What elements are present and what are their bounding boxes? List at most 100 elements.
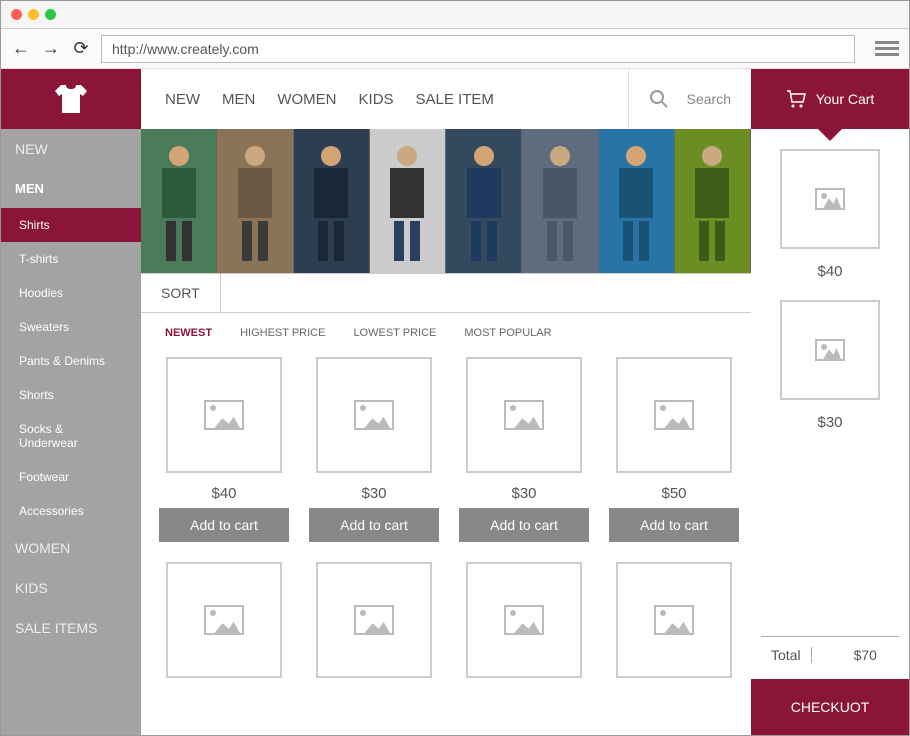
minimize-window-icon[interactable]: [28, 9, 39, 20]
sidebar-sub-pants[interactable]: Pants & Denims: [1, 344, 141, 378]
sidebar-sub-shirts[interactable]: Shirts: [1, 208, 141, 242]
product-image: [316, 562, 432, 678]
banner-slide[interactable]: [217, 129, 293, 273]
image-placeholder-icon: [654, 400, 694, 430]
sidebar-item-sale[interactable]: SALE ITEMS: [1, 608, 141, 648]
image-placeholder-icon: [354, 400, 394, 430]
banner-slide[interactable]: [370, 129, 446, 273]
product-price: $50: [661, 485, 686, 502]
product-card[interactable]: $40 Add to cart: [159, 357, 289, 542]
forward-button[interactable]: →: [41, 39, 61, 59]
sort-highest-price[interactable]: HIGHEST PRICE: [240, 327, 325, 339]
product-card[interactable]: [309, 562, 439, 678]
banner-slide[interactable]: [141, 129, 217, 273]
cart-total-value: $70: [811, 647, 899, 663]
product-card[interactable]: [159, 562, 289, 678]
image-placeholder-icon: [815, 188, 845, 210]
hero-banner: [141, 129, 751, 273]
sidebar-sub-tshirts[interactable]: T-shirts: [1, 242, 141, 276]
product-image: [166, 357, 282, 473]
nav-new[interactable]: NEW: [165, 91, 200, 108]
product-price: $40: [211, 485, 236, 502]
image-placeholder-icon: [204, 400, 244, 430]
sidebar-item-women[interactable]: WOMEN: [1, 528, 141, 568]
product-image: [316, 357, 432, 473]
maximize-window-icon[interactable]: [45, 9, 56, 20]
sidebar-item-new[interactable]: NEW: [1, 129, 141, 169]
image-placeholder-icon: [815, 339, 845, 361]
logo[interactable]: [1, 69, 141, 129]
sidebar-item-kids[interactable]: KIDS: [1, 568, 141, 608]
product-image: [466, 357, 582, 473]
cart-pointer-icon: [818, 129, 842, 141]
product-image: [166, 562, 282, 678]
sidebar-sub-hoodies[interactable]: Hoodies: [1, 276, 141, 310]
product-image: [466, 562, 582, 678]
close-window-icon[interactable]: [11, 9, 22, 20]
cart-label: Your Cart: [816, 91, 875, 107]
product-price: $30: [361, 485, 386, 502]
back-button[interactable]: ←: [11, 39, 31, 59]
banner-slide[interactable]: [294, 129, 370, 273]
sidebar-item-men[interactable]: MEN: [1, 169, 141, 208]
add-to-cart-button[interactable]: Add to cart: [609, 508, 739, 542]
image-placeholder-icon: [654, 605, 694, 635]
image-placeholder-icon: [354, 605, 394, 635]
sort-label: SORT: [141, 274, 221, 312]
sort-newest[interactable]: NEWEST: [165, 327, 212, 339]
image-placeholder-icon: [504, 400, 544, 430]
nav-kids[interactable]: KIDS: [359, 91, 394, 108]
search-icon: [649, 89, 669, 109]
product-price: $30: [511, 485, 536, 502]
cart-item-price: $30: [761, 414, 899, 431]
browser-titlebar: [1, 1, 909, 29]
cart-item-price: $40: [761, 263, 899, 280]
product-grid: $40 Add to cart $30 Add to cart $30 Add …: [141, 339, 751, 696]
sort-bar: SORT: [141, 273, 751, 313]
nav-women[interactable]: WOMEN: [277, 91, 336, 108]
product-card[interactable]: [609, 562, 739, 678]
checkout-button[interactable]: CHECKUOT: [751, 679, 909, 735]
banner-slide[interactable]: [599, 129, 675, 273]
sidebar: NEW MEN Shirts T-shirts Hoodies Sweaters…: [1, 129, 141, 735]
cart-button[interactable]: Your Cart: [751, 69, 909, 129]
add-to-cart-button[interactable]: Add to cart: [159, 508, 289, 542]
cart-item[interactable]: $30: [761, 300, 899, 431]
product-card[interactable]: $50 Add to cart: [609, 357, 739, 542]
cart-icon: [786, 90, 806, 108]
search-area[interactable]: Search: [628, 69, 751, 129]
sidebar-sub-sweaters[interactable]: Sweaters: [1, 310, 141, 344]
product-card[interactable]: $30 Add to cart: [459, 357, 589, 542]
nav-sale[interactable]: SALE ITEM: [416, 91, 494, 108]
banner-slide[interactable]: [522, 129, 598, 273]
reload-button[interactable]: ⟳: [71, 39, 91, 59]
menu-icon[interactable]: [875, 38, 899, 59]
cart-item[interactable]: $40: [761, 149, 899, 280]
search-label: Search: [687, 91, 731, 107]
nav-men[interactable]: MEN: [222, 91, 255, 108]
product-card[interactable]: [459, 562, 589, 678]
sort-most-popular[interactable]: MOST POPULAR: [464, 327, 551, 339]
sidebar-sub-accessories[interactable]: Accessories: [1, 494, 141, 528]
cart-item-image: [780, 300, 880, 400]
add-to-cart-button[interactable]: Add to cart: [309, 508, 439, 542]
add-to-cart-button[interactable]: Add to cart: [459, 508, 589, 542]
sidebar-sub-shorts[interactable]: Shorts: [1, 378, 141, 412]
product-image: [616, 357, 732, 473]
tshirt-icon: [53, 81, 89, 117]
banner-slide[interactable]: [446, 129, 522, 273]
sort-lowest-price[interactable]: LOWEST PRICE: [353, 327, 436, 339]
sidebar-sub-footwear[interactable]: Footwear: [1, 460, 141, 494]
sidebar-sub-socks[interactable]: Socks & Underwear: [1, 412, 141, 460]
image-placeholder-icon: [504, 605, 544, 635]
url-input[interactable]: [101, 35, 855, 63]
main-content: SORT NEWEST HIGHEST PRICE LOWEST PRICE M…: [141, 129, 751, 735]
cart-total-label: Total: [761, 647, 811, 663]
top-nav: NEW MEN WOMEN KIDS SALE ITEM: [141, 69, 628, 129]
product-card[interactable]: $30 Add to cart: [309, 357, 439, 542]
banner-slide[interactable]: [675, 129, 751, 273]
product-image: [616, 562, 732, 678]
cart-panel: $40 $30 Total $70 CHECKUOT: [751, 129, 909, 735]
cart-total: Total $70: [761, 636, 899, 663]
image-placeholder-icon: [204, 605, 244, 635]
